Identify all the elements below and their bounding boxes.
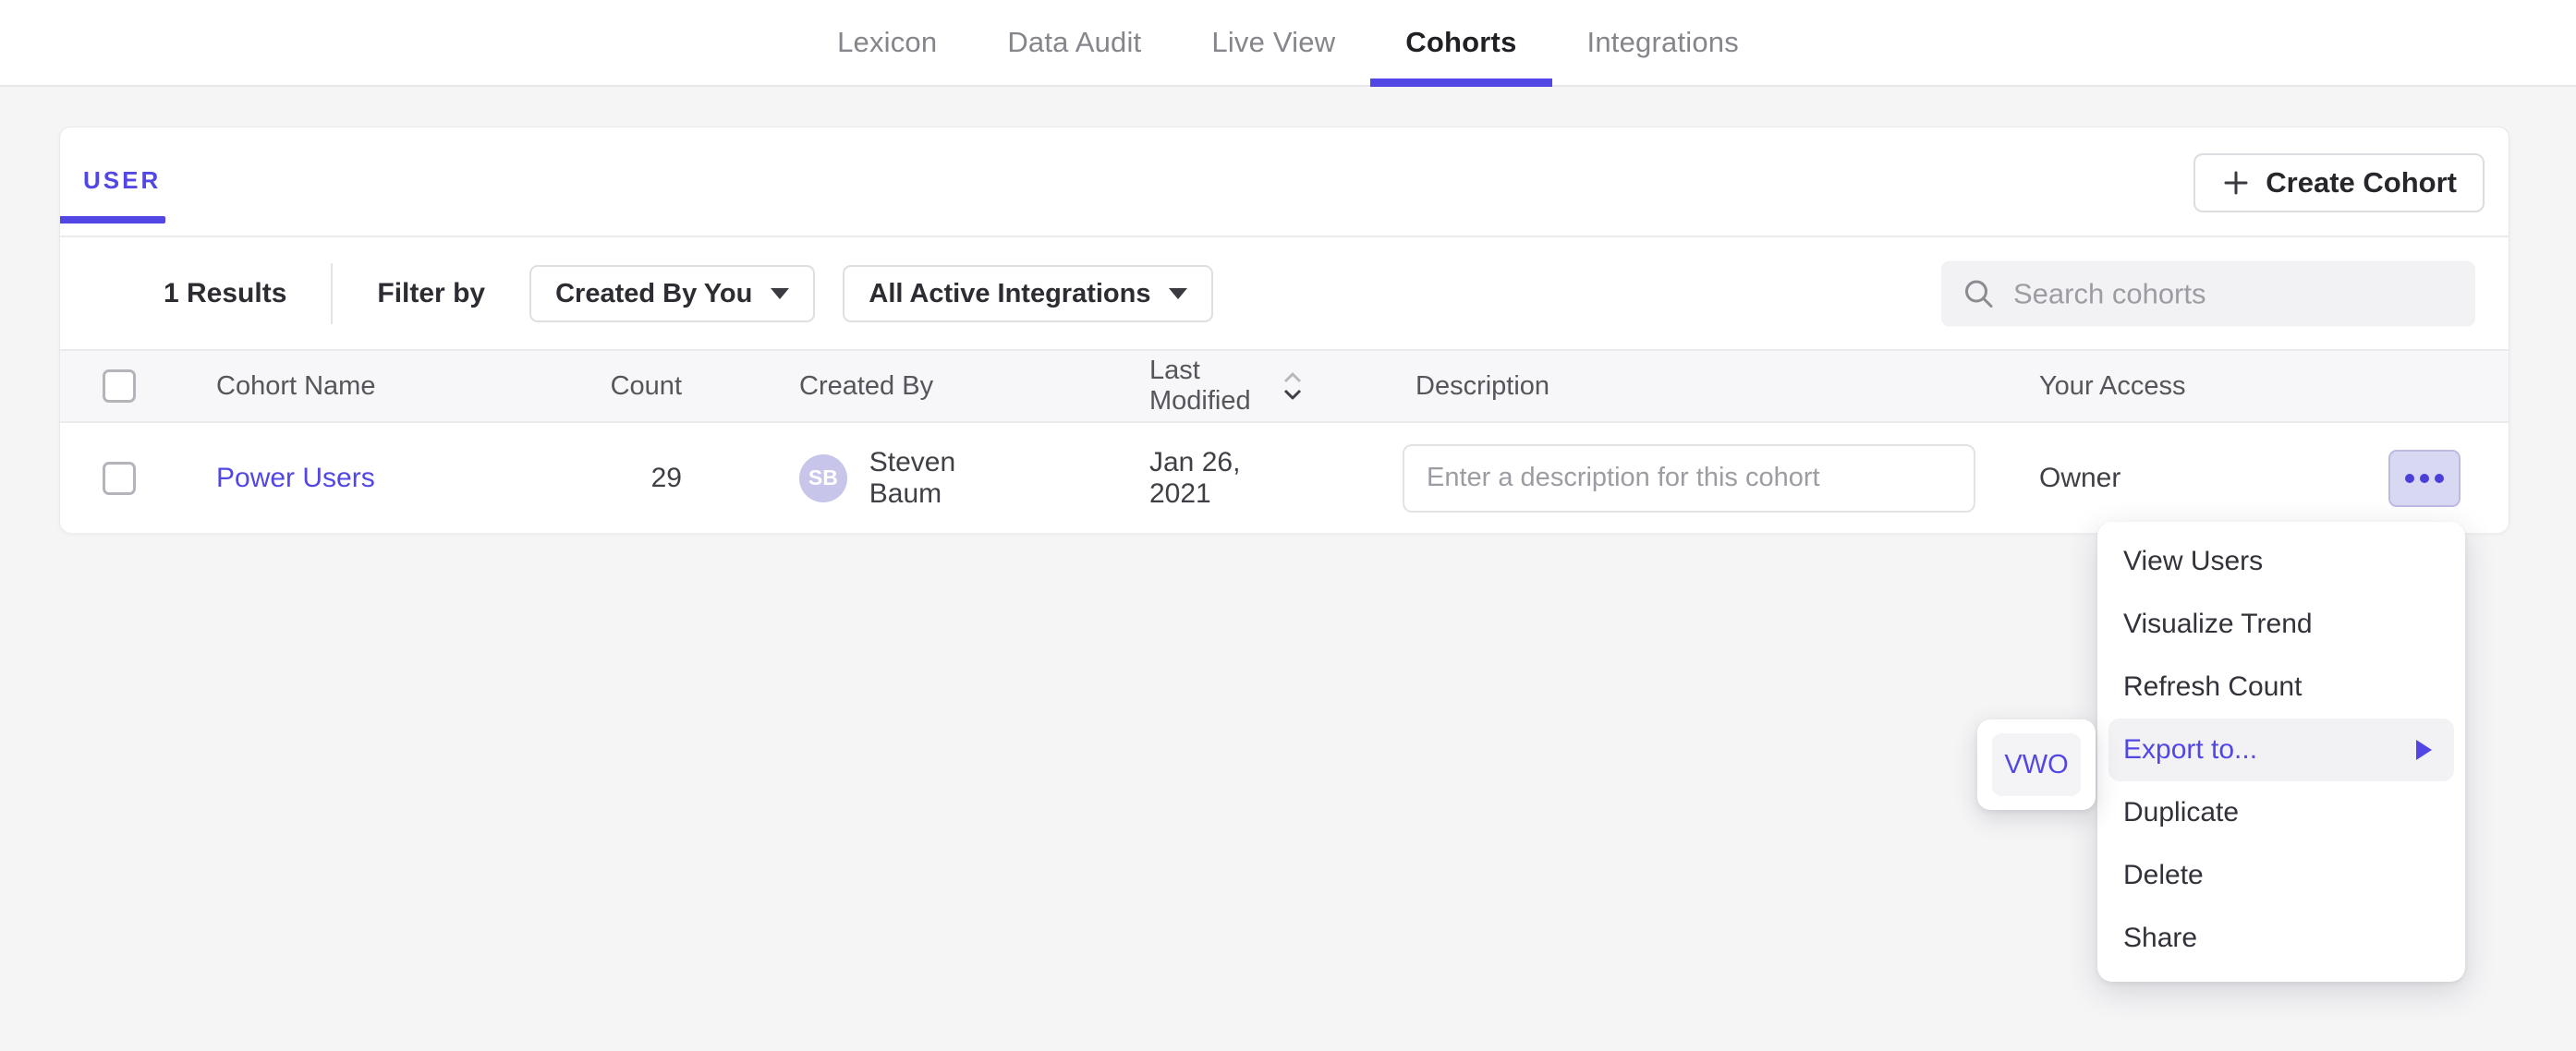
creator-avatar: SB	[799, 454, 847, 502]
top-nav-bar: Lexicon Data Audit Live View Cohorts Int…	[0, 0, 2576, 87]
filter-toolbar: 1 Results Filter by Created By You All A…	[60, 237, 2509, 350]
row-actions-menu-button[interactable]	[2388, 450, 2461, 507]
results-count: 1 Results	[164, 278, 286, 309]
ellipsis-icon	[2405, 474, 2414, 483]
column-created-by[interactable]: Created By	[684, 371, 1035, 402]
column-count[interactable]: Count	[471, 371, 684, 402]
active-tab-underline	[60, 216, 165, 223]
panel-header: USER Create Cohort	[60, 127, 2509, 236]
table-header: Cohort Name Count Created By Last Modifi…	[60, 349, 2509, 423]
menu-item-view-users[interactable]: View Users	[2108, 530, 2454, 593]
submenu-arrow-icon	[2416, 740, 2432, 760]
tab-user-cohorts[interactable]: USER	[83, 166, 161, 195]
creator-name: Steven Baum	[869, 447, 1035, 510]
column-cohort-name[interactable]: Cohort Name	[157, 371, 471, 402]
row-checkbox[interactable]	[103, 462, 136, 495]
search-cohorts-box	[1941, 261, 2475, 327]
column-your-access[interactable]: Your Access	[1950, 371, 2509, 402]
menu-item-export-to[interactable]: Export to...	[2108, 719, 2454, 781]
row-context-menu: View Users Visualize Trend Refresh Count…	[2097, 522, 2465, 982]
chevron-down-icon	[1169, 288, 1187, 299]
menu-item-visualize-trend[interactable]: Visualize Trend	[2108, 593, 2454, 656]
column-last-modified[interactable]: Last Modified	[1035, 356, 1303, 417]
search-icon	[1962, 276, 1997, 311]
chevron-down-icon	[771, 288, 789, 299]
access-level: Owner	[2039, 463, 2120, 494]
cohort-name-link[interactable]: Power Users	[216, 463, 375, 493]
menu-item-delete[interactable]: Delete	[2108, 844, 2454, 907]
cohorts-panel: USER Create Cohort 1 Results Filter by C…	[59, 127, 2509, 533]
table-row: Power Users 29 SB Steven Baum Jan 26, 20…	[60, 423, 2509, 533]
cohort-description-input[interactable]	[1403, 444, 1975, 513]
submenu-item-vwo[interactable]: VWO	[1992, 733, 2081, 796]
tab-data-audit[interactable]: Data Audit	[972, 0, 1176, 85]
cohort-count: 29	[471, 463, 684, 494]
export-submenu: VWO	[1977, 719, 2096, 810]
menu-item-export-to-label: Export to...	[2123, 734, 2257, 766]
created-by-filter-value: Created By You	[555, 279, 752, 309]
search-cohorts-input[interactable]	[2013, 277, 2455, 310]
create-cohort-button[interactable]: Create Cohort	[2193, 153, 2485, 212]
tab-integrations[interactable]: Integrations	[1552, 0, 1774, 85]
filter-by-label: Filter by	[377, 278, 485, 309]
create-cohort-label: Create Cohort	[2266, 166, 2457, 199]
menu-item-share[interactable]: Share	[2108, 907, 2454, 970]
tab-live-view[interactable]: Live View	[1176, 0, 1370, 85]
last-modified-date: Jan 26, 2021	[1035, 447, 1303, 510]
column-description[interactable]: Description	[1303, 371, 1950, 402]
tab-cohorts[interactable]: Cohorts	[1370, 0, 1551, 85]
menu-item-duplicate[interactable]: Duplicate	[2108, 781, 2454, 844]
created-by-filter-dropdown[interactable]: Created By You	[529, 265, 815, 322]
sort-icon	[1282, 368, 1303, 404]
menu-item-refresh-count[interactable]: Refresh Count	[2108, 656, 2454, 719]
integrations-filter-value: All Active Integrations	[869, 279, 1150, 309]
column-last-modified-label: Last Modified	[1149, 356, 1271, 417]
toolbar-divider	[331, 263, 333, 324]
select-all-checkbox[interactable]	[103, 369, 136, 403]
plus-icon	[2221, 168, 2251, 198]
tab-lexicon[interactable]: Lexicon	[802, 0, 972, 85]
integrations-filter-dropdown[interactable]: All Active Integrations	[843, 265, 1213, 322]
